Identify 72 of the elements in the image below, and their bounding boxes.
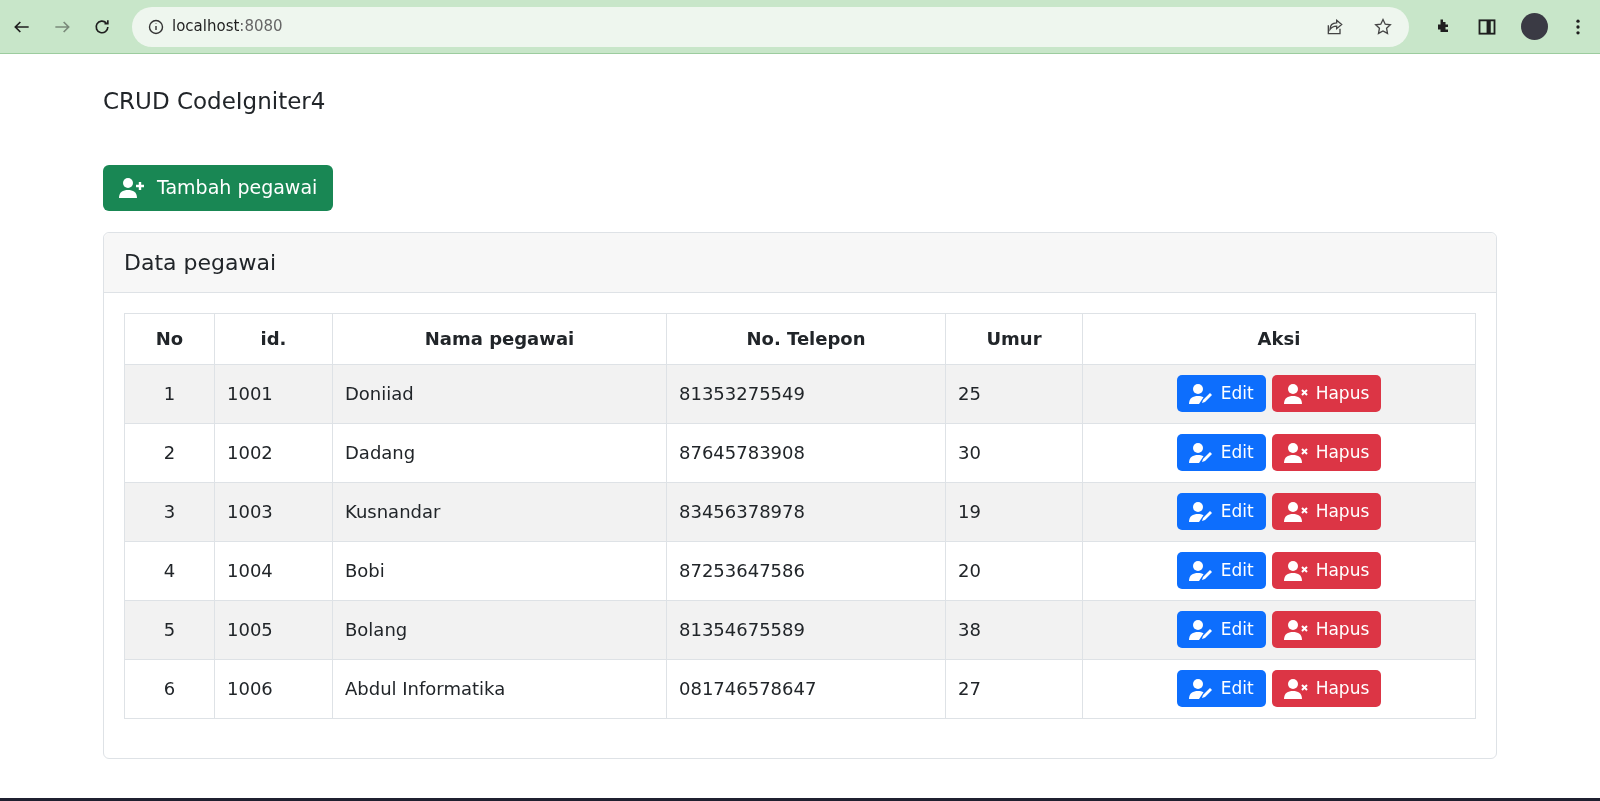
user-remove-icon: [1283, 501, 1308, 522]
table-cell: 081746578647: [666, 659, 946, 718]
column-header: Nama pegawai: [332, 313, 667, 364]
table-cell: 3: [124, 482, 215, 541]
side-panel-icon[interactable]: [1477, 16, 1497, 37]
avatar[interactable]: [1521, 13, 1548, 40]
table-cell: 1002: [214, 423, 333, 482]
user-remove-icon: [1283, 678, 1308, 699]
page-title: CRUD CodeIgniter4: [103, 87, 327, 116]
delete-button[interactable]: Hapus: [1271, 611, 1382, 648]
table-cell: 6: [124, 659, 215, 718]
delete-button[interactable]: Hapus: [1271, 493, 1382, 530]
edit-button[interactable]: Edit: [1176, 493, 1266, 530]
table-cell: Dadang: [332, 423, 667, 482]
table-cell: 4: [124, 541, 215, 600]
column-header: id.: [214, 313, 333, 364]
table-cell: 30: [945, 423, 1083, 482]
user-edit-icon: [1188, 442, 1213, 463]
delete-button[interactable]: Hapus: [1271, 434, 1382, 471]
card-title: Data pegawai: [124, 248, 277, 277]
table-cell: 87645783908: [666, 423, 946, 482]
delete-button[interactable]: Hapus: [1271, 670, 1382, 707]
table-cell: 1005: [214, 600, 333, 659]
share-icon[interactable]: [1325, 16, 1345, 37]
table-cell: 19: [945, 482, 1083, 541]
url-host: localhost: [172, 17, 240, 36]
table-cell: 81353275549: [666, 364, 946, 423]
user-edit-icon: [1188, 678, 1213, 699]
star-icon[interactable]: [1373, 16, 1393, 37]
table-cell: 25: [945, 364, 1083, 423]
user-edit-icon: [1188, 383, 1213, 404]
table-cell: 38: [945, 600, 1083, 659]
table-cell: 1003: [214, 482, 333, 541]
edit-button[interactable]: Edit: [1176, 611, 1266, 648]
edit-button[interactable]: Edit: [1176, 434, 1266, 471]
user-edit-icon: [1188, 619, 1213, 640]
user-remove-icon: [1283, 383, 1308, 404]
table-cell: Bolang: [332, 600, 667, 659]
delete-button[interactable]: Hapus: [1271, 552, 1382, 589]
user-edit-icon: [1188, 501, 1213, 522]
user-remove-icon: [1283, 619, 1308, 640]
table-cell: Kusnandar: [332, 482, 667, 541]
edit-button[interactable]: Edit: [1176, 375, 1266, 412]
column-header: No: [124, 313, 215, 364]
table-cell: 27: [945, 659, 1083, 718]
table-cell: 1: [124, 364, 215, 423]
table-cell: 87253647586: [666, 541, 946, 600]
table-cell: 1004: [214, 541, 333, 600]
edit-button[interactable]: Edit: [1176, 552, 1266, 589]
address-bar[interactable]: localhost:8080: [132, 6, 1409, 47]
table-cell: 81354675589: [666, 600, 946, 659]
edit-button[interactable]: Edit: [1176, 670, 1266, 707]
delete-button[interactable]: Hapus: [1271, 375, 1382, 412]
table-cell: 1001: [214, 364, 333, 423]
column-header: Umur: [945, 313, 1083, 364]
info-icon[interactable]: [148, 18, 164, 35]
column-header: Aksi: [1082, 313, 1476, 364]
add-employee-button[interactable]: Tambah pegawai: [103, 164, 334, 211]
user-plus-icon: [119, 177, 145, 198]
column-header: No. Telepon: [666, 313, 946, 364]
user-edit-icon: [1188, 560, 1213, 581]
table-cell: 20: [945, 541, 1083, 600]
table-cell: 5: [124, 600, 215, 659]
table-cell: 83456378978: [666, 482, 946, 541]
table-cell: 2: [124, 423, 215, 482]
table-cell: Abdul Informatika: [332, 659, 667, 718]
table-cell: Bobi: [332, 541, 667, 600]
url-port: :8080: [239, 17, 283, 36]
table-cell: 1006: [214, 659, 333, 718]
table-cell: Doniiad: [332, 364, 667, 423]
user-remove-icon: [1283, 442, 1308, 463]
user-remove-icon: [1283, 560, 1308, 581]
